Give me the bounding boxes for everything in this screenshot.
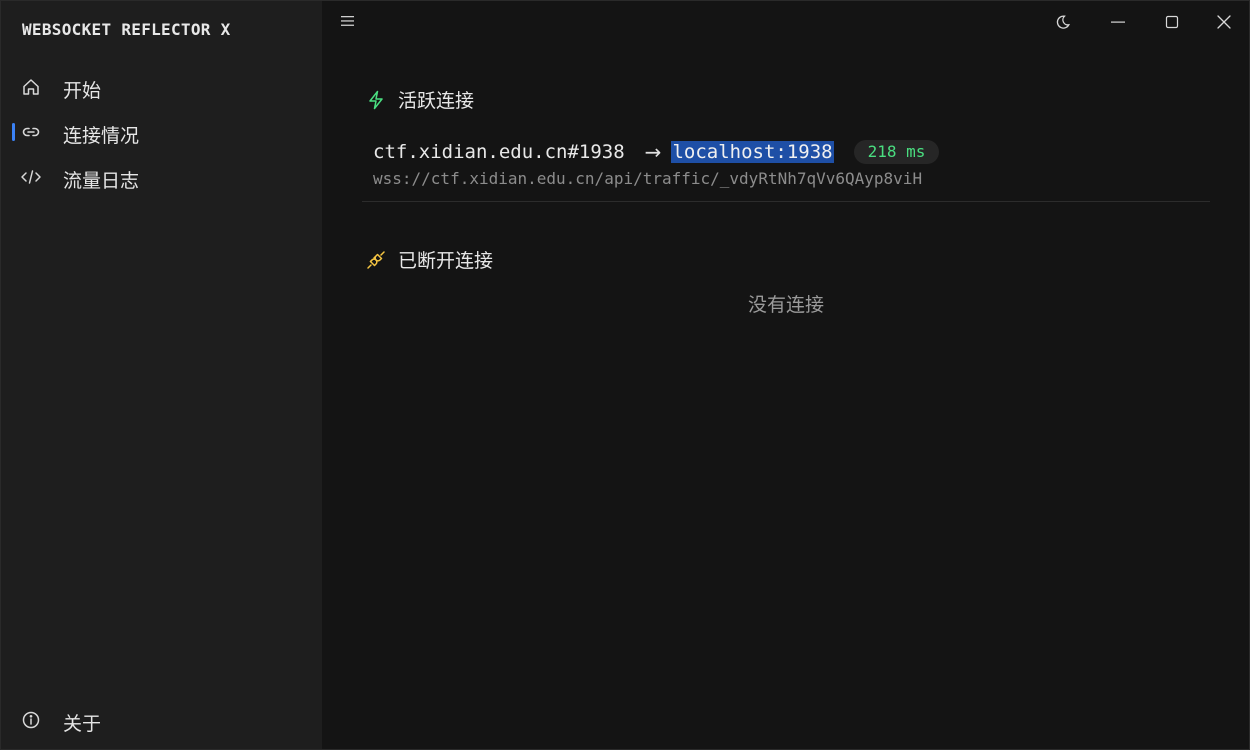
unplug-icon <box>366 250 386 270</box>
app-title: WEBSOCKET REFLECTOR X <box>22 20 231 39</box>
theme-toggle-button[interactable] <box>1049 9 1077 35</box>
connection-row[interactable]: ctf.xidian.edu.cn#1938 → localhost:1938 … <box>373 139 940 165</box>
menu-toggle-button[interactable] <box>340 13 356 27</box>
sidebar-item-start[interactable]: 开始 <box>1 69 322 105</box>
latency-badge: 218 ms <box>853 140 940 164</box>
link-icon <box>20 122 42 142</box>
section-title: 活跃连接 <box>398 90 475 112</box>
lightning-icon <box>366 90 386 110</box>
close-icon <box>1217 15 1231 29</box>
empty-state-text: 没有连接 <box>747 294 824 316</box>
active-indicator <box>12 123 15 141</box>
sidebar-item-label: 关于 <box>63 713 102 735</box>
sidebar-item-label: 流量日志 <box>63 170 140 192</box>
active-connections-header: 活跃连接 <box>366 86 474 113</box>
sidebar-item-about[interactable]: 关于 <box>1 702 322 738</box>
sidebar-item-label: 开始 <box>63 80 102 102</box>
code-icon <box>20 167 42 187</box>
info-icon <box>20 710 42 730</box>
maximize-icon <box>1165 15 1179 29</box>
arrow-icon: → <box>644 140 662 164</box>
main-content: 活跃连接 ctf.xidian.edu.cn#1938 → localhost:… <box>322 1 1249 749</box>
close-button[interactable] <box>1210 9 1238 35</box>
sidebar-item-connections[interactable]: 连接情况 <box>1 114 322 150</box>
sidebar: WEBSOCKET REFLECTOR X 开始 连接情况 流量日志 关于 <box>1 1 322 749</box>
minimize-button[interactable] <box>1104 9 1132 35</box>
app-window: WEBSOCKET REFLECTOR X 开始 连接情况 流量日志 关于 活跃… <box>0 0 1250 750</box>
connection-target: localhost:1938 <box>671 141 834 163</box>
section-divider <box>362 201 1210 202</box>
disconnected-header: 已断开连接 <box>366 246 493 273</box>
minimize-icon <box>1111 21 1125 23</box>
sidebar-item-label: 连接情况 <box>63 125 140 147</box>
connection-url: wss://ctf.xidian.edu.cn/api/traffic/_vdy… <box>373 169 923 188</box>
sidebar-item-traffic-log[interactable]: 流量日志 <box>1 159 322 195</box>
moon-icon <box>1056 15 1070 29</box>
connection-source: ctf.xidian.edu.cn#1938 <box>373 141 625 163</box>
hamburger-icon <box>341 16 354 26</box>
section-title: 已断开连接 <box>398 250 494 272</box>
home-icon <box>20 77 42 97</box>
maximize-button[interactable] <box>1158 9 1186 35</box>
